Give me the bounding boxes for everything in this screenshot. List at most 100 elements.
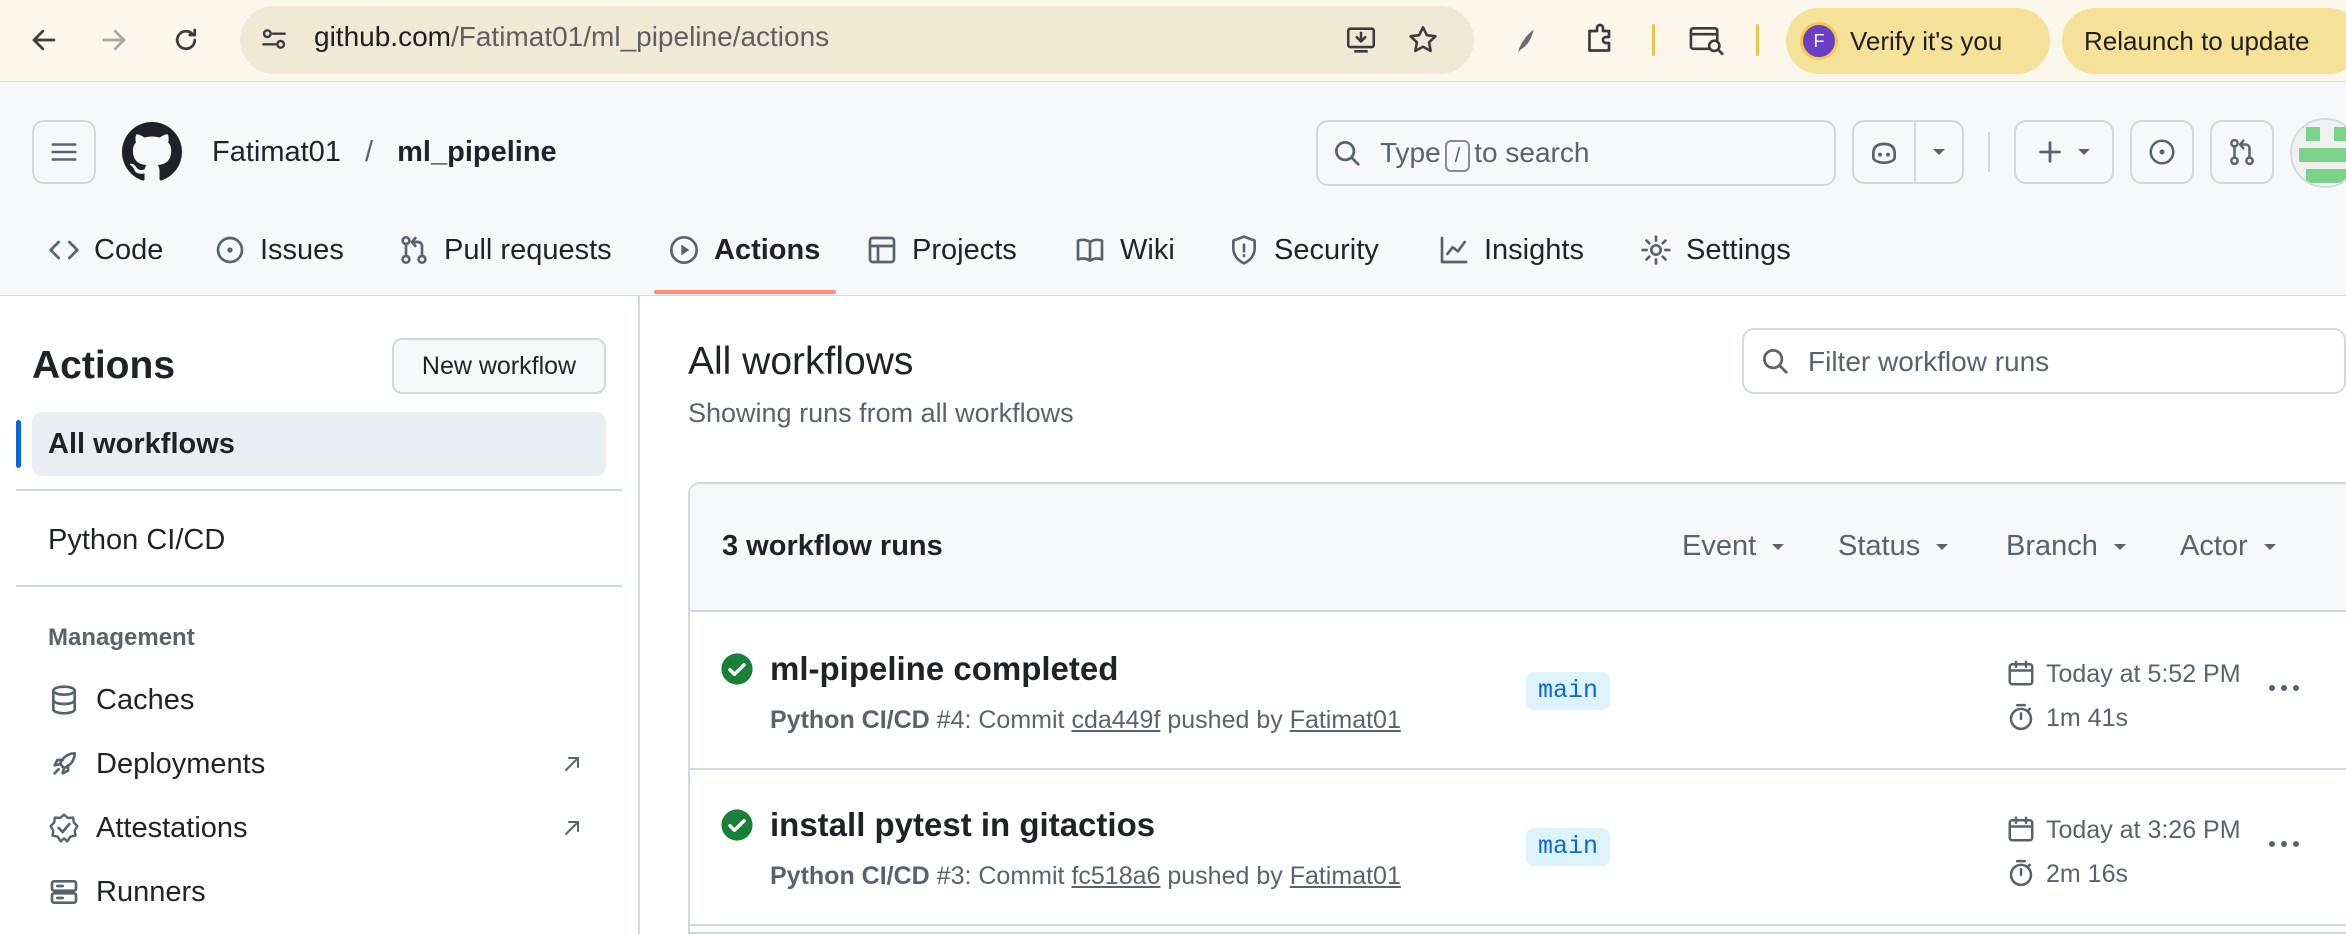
filter-placeholder: Filter workflow runs: [1808, 346, 2050, 377]
sidebar-item-runners[interactable]: Runners: [96, 876, 206, 909]
calendar-icon: [2006, 658, 2036, 688]
sidebar-item-all-workflows[interactable]: All workflows: [32, 412, 606, 476]
bookmark-star-icon[interactable]: [1406, 23, 1440, 57]
tab-pull-requests[interactable]: Pull requests: [398, 222, 612, 278]
event-filter-dropdown[interactable]: Event: [1682, 530, 1786, 563]
table-icon: [868, 236, 896, 264]
search-icon: [1760, 346, 1790, 376]
code-icon: [49, 240, 79, 260]
verify-label: Verify it's you: [1850, 25, 2003, 56]
owner-link[interactable]: Fatimat01: [212, 136, 341, 168]
success-check-icon: [720, 652, 754, 686]
page-subtitle: Showing runs from all workflows: [688, 398, 1074, 428]
stopwatch-icon: [2006, 702, 2036, 732]
copilot-button[interactable]: [1852, 120, 1964, 184]
tab-wiki[interactable]: Wiki: [1074, 222, 1175, 278]
commit-link[interactable]: fc518a6: [1071, 862, 1160, 890]
url-text: github.com/Fatimat01/ml_pipeline/actions: [314, 21, 830, 52]
server-icon: [48, 876, 80, 908]
run-duration: 1m 41s: [2046, 704, 2128, 732]
graph-icon: [1440, 236, 1468, 264]
menu-icon: [51, 143, 77, 161]
selected-indicator: [16, 420, 21, 468]
search-shortcut-key: /: [1444, 140, 1471, 172]
run-title-link[interactable]: install pytest in gitactios: [770, 806, 1155, 844]
run-duration: 2m 16s: [2046, 860, 2128, 888]
tab-projects[interactable]: Projects: [866, 222, 1017, 278]
tab-actions[interactable]: Actions: [668, 222, 820, 278]
sidebar-item-python-ci-cd[interactable]: Python CI/CD: [48, 524, 225, 557]
breadcrumb: Fatimat01 / ml_pipeline: [212, 136, 557, 169]
tab-issues[interactable]: Issues: [214, 222, 344, 278]
extension-icon[interactable]: [1508, 24, 1542, 58]
sidebar-item-deployments[interactable]: Deployments: [96, 748, 265, 781]
tab-search-icon[interactable]: [1688, 22, 1726, 58]
sidebar-item-attestations[interactable]: Attestations: [96, 812, 248, 845]
branch-badge[interactable]: main: [1526, 828, 1611, 866]
run-details: Python CI/CD #3: Commit fc518a6 pushed b…: [770, 862, 1401, 890]
chevron-down-icon: [2113, 543, 2126, 550]
issues-shortcut-button[interactable]: [2130, 120, 2194, 184]
sidebar-separator: [16, 489, 622, 491]
kebab-horizontal-icon[interactable]: [2266, 674, 2302, 702]
browser-toolbar: github.com/Fatimat01/ml_pipeline/actions…: [0, 0, 2346, 82]
actor-link[interactable]: Fatimat01: [1290, 706, 1401, 734]
workflow-name: Python CI/CD: [770, 862, 930, 890]
forward-icon[interactable]: [94, 20, 134, 60]
copilot-icon[interactable]: [1854, 122, 1916, 182]
run-details: Python CI/CD #4: Commit cda449f pushed b…: [770, 706, 1401, 734]
management-heading: Management: [48, 624, 195, 651]
gear-icon: [1641, 235, 1671, 265]
verify-identity-button[interactable]: F Verify it's you: [1786, 8, 2050, 74]
filter-workflow-runs-input[interactable]: Filter workflow runs: [1742, 328, 2346, 394]
repo-link[interactable]: ml_pipeline: [397, 136, 557, 168]
header-divider: [1988, 132, 1990, 172]
pull-requests-shortcut-button[interactable]: [2210, 120, 2274, 184]
chevron-down-icon: [1936, 543, 1949, 550]
commit-link[interactable]: cda449f: [1071, 706, 1160, 734]
new-workflow-button[interactable]: New workflow: [392, 338, 606, 394]
sidebar-item-caches[interactable]: Caches: [96, 684, 194, 717]
back-icon[interactable]: [24, 20, 64, 60]
global-search-input[interactable]: Type / to search: [1316, 120, 1836, 186]
sidebar-separator: [16, 585, 622, 587]
sidebar-title: Actions: [32, 344, 176, 387]
profile-avatar: F: [1800, 22, 1838, 60]
run-title-link[interactable]: ml-pipeline completed: [770, 650, 1118, 688]
install-app-icon[interactable]: [1344, 23, 1378, 57]
success-check-icon: [720, 808, 754, 842]
chevron-down-icon: [1772, 543, 1785, 550]
reload-icon[interactable]: [166, 20, 206, 60]
runs-count: 3 workflow runs: [722, 530, 943, 562]
actor-link[interactable]: Fatimat01: [1290, 862, 1401, 890]
tab-settings[interactable]: Settings: [1640, 222, 1791, 278]
site-info-icon[interactable]: [258, 23, 290, 55]
sidebar-divider: [638, 296, 640, 934]
plus-icon: [2039, 141, 2061, 163]
chevron-down-icon: [2263, 543, 2276, 550]
sidebar-item-label: All workflows: [48, 428, 235, 460]
run-timestamp: Today at 5:52 PM: [2046, 660, 2241, 688]
search-icon: [1332, 138, 1362, 168]
relaunch-button[interactable]: Relaunch to update: [2062, 8, 2346, 74]
chevron-down-icon: [2078, 149, 2090, 155]
create-new-button[interactable]: [2014, 120, 2114, 184]
github-logo-icon[interactable]: [122, 122, 182, 182]
branch-badge[interactable]: main: [1526, 672, 1611, 710]
actor-filter-dropdown[interactable]: Actor: [2180, 530, 2278, 563]
status-filter-dropdown[interactable]: Status: [1838, 530, 1950, 563]
relaunch-label: Relaunch to update: [2084, 25, 2310, 56]
kebab-horizontal-icon[interactable]: [2266, 830, 2302, 858]
issue-icon: [216, 236, 244, 264]
hamburger-menu-button[interactable]: [32, 120, 96, 184]
issue-opened-icon: [2149, 139, 2175, 165]
branch-filter-dropdown[interactable]: Branch: [2006, 530, 2128, 563]
tab-code[interactable]: Code: [48, 222, 163, 278]
page-title: All workflows: [688, 340, 914, 383]
copilot-dropdown-icon[interactable]: [1916, 147, 1962, 157]
tab-insights[interactable]: Insights: [1438, 222, 1584, 278]
calendar-icon: [2006, 814, 2036, 844]
tab-security[interactable]: Security: [1228, 222, 1379, 278]
extensions-puzzle-icon[interactable]: [1582, 22, 1618, 58]
selected-tab-indicator: [654, 290, 836, 294]
